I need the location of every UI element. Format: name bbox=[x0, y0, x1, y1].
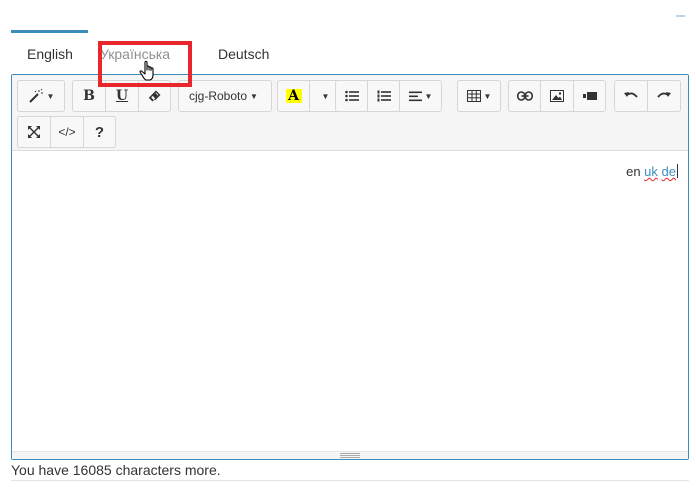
link-de[interactable]: de bbox=[662, 164, 676, 179]
grip-icon bbox=[340, 453, 360, 458]
bullet-list-icon bbox=[344, 90, 359, 102]
bold-button[interactable]: B bbox=[72, 80, 106, 112]
help-button[interactable]: ? bbox=[83, 116, 116, 148]
image-button[interactable] bbox=[540, 80, 574, 112]
collapse-icon[interactable] bbox=[676, 15, 685, 17]
align-left-icon bbox=[408, 91, 422, 101]
code-view-button[interactable]: </> bbox=[50, 116, 84, 148]
eraser-icon bbox=[148, 90, 160, 102]
hand-pointer-icon bbox=[139, 60, 154, 81]
chevron-down-icon: ▼ bbox=[46, 91, 55, 101]
font-family-label: cjg-Roboto bbox=[189, 89, 248, 103]
rich-text-editor: ▼ B U cjg-Roboto ▼ A ▼ ▼ ▼ </> ? en uk d… bbox=[11, 74, 689, 460]
format-group: B U bbox=[72, 80, 171, 112]
character-counter: You have 16085 characters more. bbox=[11, 462, 221, 478]
table-icon bbox=[466, 90, 481, 102]
undo-icon bbox=[624, 92, 638, 98]
editor-text: en uk de bbox=[626, 164, 678, 179]
editor-content-area[interactable]: en uk de bbox=[12, 151, 688, 451]
history-group bbox=[614, 80, 681, 112]
tab-english[interactable]: English bbox=[11, 38, 88, 74]
ordered-list-button[interactable] bbox=[367, 80, 400, 112]
top-accent-line bbox=[11, 30, 88, 33]
underline-button[interactable]: U bbox=[105, 80, 139, 112]
video-button[interactable] bbox=[573, 80, 606, 112]
bold-label: B bbox=[83, 88, 95, 104]
redo-button[interactable] bbox=[647, 80, 681, 112]
expand-icon bbox=[28, 126, 40, 138]
resize-handle[interactable] bbox=[12, 451, 688, 459]
insert-group bbox=[508, 80, 606, 112]
view-group: </> ? bbox=[17, 116, 116, 148]
text-color-button[interactable]: A bbox=[277, 80, 310, 112]
paragraph-group: ▼ bbox=[335, 80, 442, 112]
link-uk[interactable]: uk bbox=[644, 164, 658, 179]
fullscreen-button[interactable] bbox=[17, 116, 51, 148]
video-icon bbox=[582, 92, 597, 100]
picture-icon bbox=[550, 90, 564, 102]
chevron-down-icon: ▼ bbox=[250, 91, 258, 101]
style-group: ▼ bbox=[17, 80, 65, 112]
magic-wand-icon bbox=[28, 89, 43, 103]
link-icon bbox=[516, 91, 533, 101]
font-group: cjg-Roboto ▼ bbox=[178, 80, 272, 112]
align-dropdown-button[interactable]: ▼ bbox=[399, 80, 442, 112]
clear-format-button[interactable] bbox=[138, 80, 171, 112]
editor-toolbar: ▼ B U cjg-Roboto ▼ A ▼ ▼ ▼ </> ? bbox=[12, 75, 688, 151]
chevron-down-icon: ▼ bbox=[483, 91, 492, 101]
link-button[interactable] bbox=[508, 80, 541, 112]
style-dropdown-button[interactable]: ▼ bbox=[17, 80, 65, 112]
undo-button[interactable] bbox=[614, 80, 648, 112]
tab-deutsch[interactable]: Deutsch bbox=[202, 38, 285, 74]
numbered-list-icon bbox=[377, 90, 391, 102]
help-label: ? bbox=[94, 123, 105, 141]
code-view-label: </> bbox=[58, 125, 76, 139]
table-group: ▼ bbox=[457, 80, 501, 112]
chevron-down-icon: ▼ bbox=[424, 91, 433, 101]
redo-icon bbox=[657, 92, 671, 98]
text-cursor bbox=[677, 164, 678, 178]
content-prefix: en bbox=[626, 164, 645, 179]
font-family-dropdown[interactable]: cjg-Roboto ▼ bbox=[178, 80, 272, 112]
text-color-icon: A bbox=[285, 89, 302, 103]
unordered-list-button[interactable] bbox=[335, 80, 368, 112]
table-dropdown-button[interactable]: ▼ bbox=[457, 80, 501, 112]
underline-label: U bbox=[115, 88, 129, 104]
color-group: A ▼ bbox=[277, 80, 342, 112]
divider bbox=[11, 480, 689, 481]
chevron-down-icon: ▼ bbox=[321, 91, 330, 101]
